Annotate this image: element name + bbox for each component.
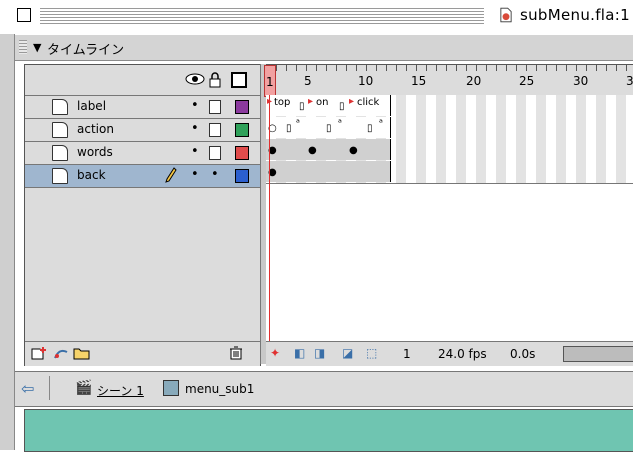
layer-row-back[interactable]: back • • bbox=[25, 165, 260, 188]
current-frame-label: 1 bbox=[266, 75, 274, 89]
edit-multiple-frames-icon[interactable]: ◪ bbox=[342, 346, 353, 360]
ruler-tick-label: 15 bbox=[411, 74, 427, 88]
layer-icon bbox=[52, 122, 68, 138]
layer-lock-icon[interactable] bbox=[209, 123, 221, 137]
eye-icon[interactable] bbox=[185, 72, 205, 86]
ruler-tick-label: 20 bbox=[466, 74, 482, 88]
horizontal-scrollbar[interactable] bbox=[563, 346, 633, 362]
frame-label: top bbox=[274, 97, 291, 108]
layer-header bbox=[25, 65, 260, 96]
ruler-tick-label: 5 bbox=[304, 74, 312, 88]
movie-clip-symbol-icon bbox=[163, 380, 179, 396]
timeline-status-bar: ✦ ◧ ◨ ◪ ⬚ 1 24.0 fps 0.0s bbox=[266, 341, 633, 366]
layer-color-swatch[interactable] bbox=[235, 169, 249, 183]
close-box-icon[interactable] bbox=[17, 8, 31, 22]
keyframe[interactable]: ᵃ bbox=[296, 118, 300, 129]
lock-dot[interactable]: • bbox=[211, 167, 219, 182]
trash-icon[interactable] bbox=[229, 346, 243, 364]
layer-row-label[interactable]: label • bbox=[25, 96, 260, 119]
frames-grid[interactable]: ▸ top ▯ ▸ on ▯ ▸ click ○ ▯ ᵃ ▯ ᵃ ▯ ᵃ ● ● bbox=[266, 95, 633, 184]
layer-row-action[interactable]: action • bbox=[25, 119, 260, 142]
layer-footer bbox=[25, 341, 260, 366]
visibility-dot[interactable]: • bbox=[191, 121, 199, 136]
layer-color-swatch[interactable] bbox=[235, 100, 249, 114]
scene-bar: ⇦ 🎬 シーン 1 menu_sub1 bbox=[15, 371, 633, 407]
layer-row-words[interactable]: words • bbox=[25, 142, 260, 165]
frame-ruler[interactable]: 1 5 10 15 20 25 30 3 bbox=[264, 65, 633, 97]
panel-title: タイムライン bbox=[47, 43, 125, 58]
symbol-name[interactable]: menu_sub1 bbox=[185, 382, 254, 396]
frame-label: on bbox=[316, 97, 329, 108]
divider bbox=[49, 376, 50, 400]
ruler-tick-label: 25 bbox=[519, 74, 535, 88]
stage-area[interactable] bbox=[24, 409, 633, 452]
onion-skin-icon[interactable]: ◧ bbox=[294, 346, 305, 360]
window-left-frame bbox=[0, 34, 15, 450]
window-title: subMenu.fla:1 bbox=[520, 6, 630, 24]
keyframe[interactable]: ● bbox=[308, 145, 317, 156]
frame-label-flag-icon: ▸ bbox=[308, 96, 314, 107]
playhead[interactable]: 1 bbox=[264, 65, 276, 97]
insert-folder-icon[interactable] bbox=[73, 346, 91, 364]
layer-icon bbox=[52, 168, 68, 184]
layer-name: back bbox=[77, 168, 106, 182]
layer-pane: label • action • words • back • • bbox=[24, 64, 261, 366]
title-bar-stripes bbox=[40, 8, 484, 24]
visibility-dot[interactable]: • bbox=[191, 98, 199, 113]
layer-name: label bbox=[77, 99, 107, 113]
panel-grip-handle[interactable] bbox=[19, 40, 27, 54]
frame-label: click bbox=[357, 97, 380, 108]
current-frame: 1 bbox=[403, 347, 411, 361]
elapsed-time: 0.0s bbox=[510, 347, 536, 361]
back-arrow-icon[interactable]: ⇦ bbox=[21, 379, 34, 398]
layer-color-swatch[interactable] bbox=[235, 123, 249, 137]
visibility-dot[interactable]: • bbox=[191, 167, 199, 182]
playhead-line bbox=[269, 95, 270, 342]
layer-name: words bbox=[77, 145, 113, 159]
timeline-panel-header[interactable]: ▼ タイムライン bbox=[15, 34, 633, 61]
ruler-tick-label: 30 bbox=[573, 74, 589, 88]
fla-document-icon bbox=[500, 7, 512, 23]
layer-color-swatch[interactable] bbox=[235, 146, 249, 160]
frame-row-action[interactable]: ○ ▯ ᵃ ▯ ᵃ ▯ ᵃ bbox=[266, 117, 633, 140]
outline-icon[interactable] bbox=[231, 72, 247, 88]
ruler-tick-label: 10 bbox=[358, 74, 374, 88]
frame-rate: 24.0 fps bbox=[438, 347, 487, 361]
lock-icon[interactable] bbox=[209, 72, 221, 88]
layer-icon bbox=[52, 145, 68, 161]
modify-onion-markers-icon[interactable]: ⬚ bbox=[366, 346, 377, 360]
frame-row-words[interactable]: ● ● ● bbox=[266, 139, 633, 162]
frame-row-back[interactable]: ● bbox=[266, 161, 633, 184]
keyframe[interactable]: ● bbox=[349, 145, 358, 156]
frame-row-label[interactable]: ▸ top ▯ ▸ on ▯ ▸ click bbox=[266, 95, 633, 118]
insert-layer-icon[interactable] bbox=[31, 346, 47, 364]
keyframe[interactable]: ᵃ bbox=[379, 118, 383, 129]
frame-label-flag-icon: ▸ bbox=[349, 96, 355, 107]
visibility-dot[interactable]: • bbox=[191, 144, 199, 159]
window-title-bar[interactable]: subMenu.fla:1 bbox=[0, 0, 633, 34]
pencil-icon bbox=[165, 167, 177, 183]
layer-lock-icon[interactable] bbox=[209, 100, 221, 114]
keyframe[interactable]: ᵃ bbox=[338, 118, 342, 129]
layer-name: action bbox=[77, 122, 114, 136]
collapse-triangle-icon[interactable]: ▼ bbox=[33, 41, 41, 54]
scene-clapper-icon: 🎬 bbox=[75, 380, 93, 396]
add-guide-layer-icon[interactable] bbox=[53, 346, 69, 364]
layer-lock-icon[interactable] bbox=[209, 146, 221, 160]
ruler-tick-label: 3 bbox=[626, 74, 633, 88]
timeline-frames[interactable]: 1 5 10 15 20 25 30 3 ▸ top ▯ ▸ on ▯ ▸ cl… bbox=[264, 64, 633, 366]
scene-link[interactable]: シーン 1 bbox=[97, 382, 144, 399]
layer-icon bbox=[52, 99, 68, 115]
center-frame-icon[interactable]: ✦ bbox=[270, 346, 280, 360]
onion-skin-outlines-icon[interactable]: ◨ bbox=[314, 346, 325, 360]
